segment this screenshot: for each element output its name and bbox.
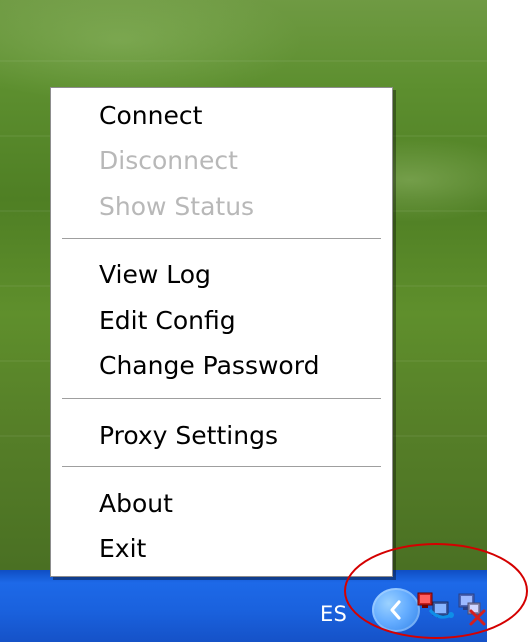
- menu-separator: [62, 398, 381, 400]
- tray-context-menu: Connect Disconnect Show Status View Log …: [50, 87, 393, 577]
- change-password-menu-item[interactable]: Change Password: [99, 353, 319, 378]
- view-log-menu-item[interactable]: View Log: [99, 262, 211, 287]
- menu-separator: [62, 466, 381, 468]
- connect-menu-item[interactable]: Connect: [99, 103, 202, 128]
- edit-config-menu-item[interactable]: Edit Config: [99, 308, 236, 333]
- proxy-settings-menu-item[interactable]: Proxy Settings: [99, 423, 278, 448]
- about-menu-item[interactable]: About: [99, 491, 173, 516]
- exit-menu-item[interactable]: Exit: [99, 536, 146, 561]
- menu-separator: [62, 238, 381, 240]
- show-status-menu-item: Show Status: [99, 192, 255, 221]
- annotation-ellipse: [344, 543, 528, 639]
- disconnect-menu-item: Disconnect: [99, 146, 238, 175]
- background-band: [0, 60, 487, 62]
